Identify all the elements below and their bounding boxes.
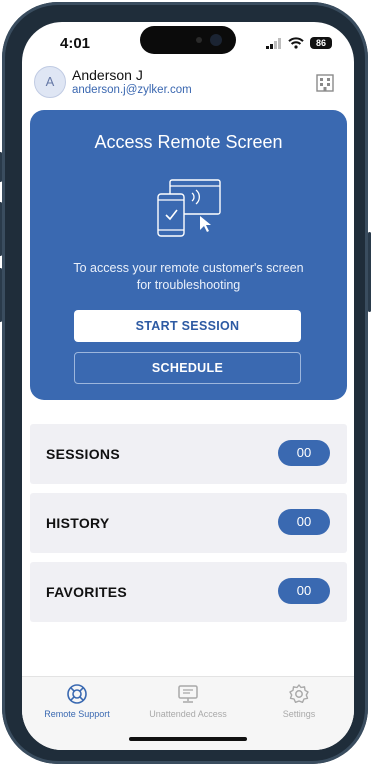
card-title: Access Remote Screen	[94, 132, 283, 152]
wifi-icon	[288, 37, 304, 49]
start-session-button[interactable]: START SESSION	[74, 310, 301, 342]
status-icons: 86	[266, 37, 332, 49]
count-badge: 00	[278, 578, 330, 604]
count-badge: 00	[278, 509, 330, 535]
camera-lens	[210, 34, 222, 46]
card-description: To access your remote customer's screen …	[73, 261, 304, 292]
building-icon[interactable]	[316, 72, 334, 92]
avatar[interactable]: A	[34, 66, 66, 98]
tab-unattended-access[interactable]: Unattended Access	[133, 683, 243, 719]
access-remote-card: Access Remote Screen To access your remo…	[30, 110, 347, 400]
tab-label: Settings	[282, 709, 316, 719]
tab-label: Remote Support	[44, 709, 110, 719]
row-label: FAVORITES	[46, 584, 128, 600]
mute-switch	[0, 152, 2, 182]
favorites-row[interactable]: FAVORITES 00	[30, 562, 347, 622]
phone-frame: 4:01 86 A Anderson J anderson.j@zylker.c…	[0, 2, 371, 764]
user-email: anderson.j@zylker.com	[72, 84, 192, 96]
volume-down-button	[0, 268, 2, 322]
row-label: SESSIONS	[46, 446, 120, 462]
remote-screen-illustration-icon	[157, 179, 221, 237]
history-row[interactable]: HISTORY 00	[30, 493, 347, 553]
row-label: HISTORY	[46, 515, 110, 531]
lifebuoy-icon	[67, 684, 87, 704]
screen: 4:01 86 A Anderson J anderson.j@zylker.c…	[22, 22, 354, 750]
volume-up-button	[0, 202, 2, 256]
tab-label: Unattended Access	[149, 709, 227, 719]
count-badge: 00	[278, 440, 330, 466]
status-time: 4:01	[60, 35, 91, 52]
account-header: A Anderson J anderson.j@zylker.com	[34, 66, 342, 102]
schedule-button[interactable]: SCHEDULE	[74, 352, 301, 384]
tab-settings[interactable]: Settings	[244, 683, 354, 719]
power-button	[368, 232, 371, 312]
dynamic-island	[140, 26, 236, 54]
user-name: Anderson J	[72, 67, 143, 83]
home-indicator[interactable]	[129, 737, 247, 741]
sensor-dot	[196, 37, 202, 43]
gear-icon	[289, 684, 309, 703]
tab-remote-support[interactable]: Remote Support	[22, 683, 132, 719]
battery-indicator: 86	[310, 37, 332, 49]
signal-icon	[266, 37, 281, 49]
sessions-row[interactable]: SESSIONS 00	[30, 424, 347, 484]
unattended-access-icon	[178, 685, 198, 703]
